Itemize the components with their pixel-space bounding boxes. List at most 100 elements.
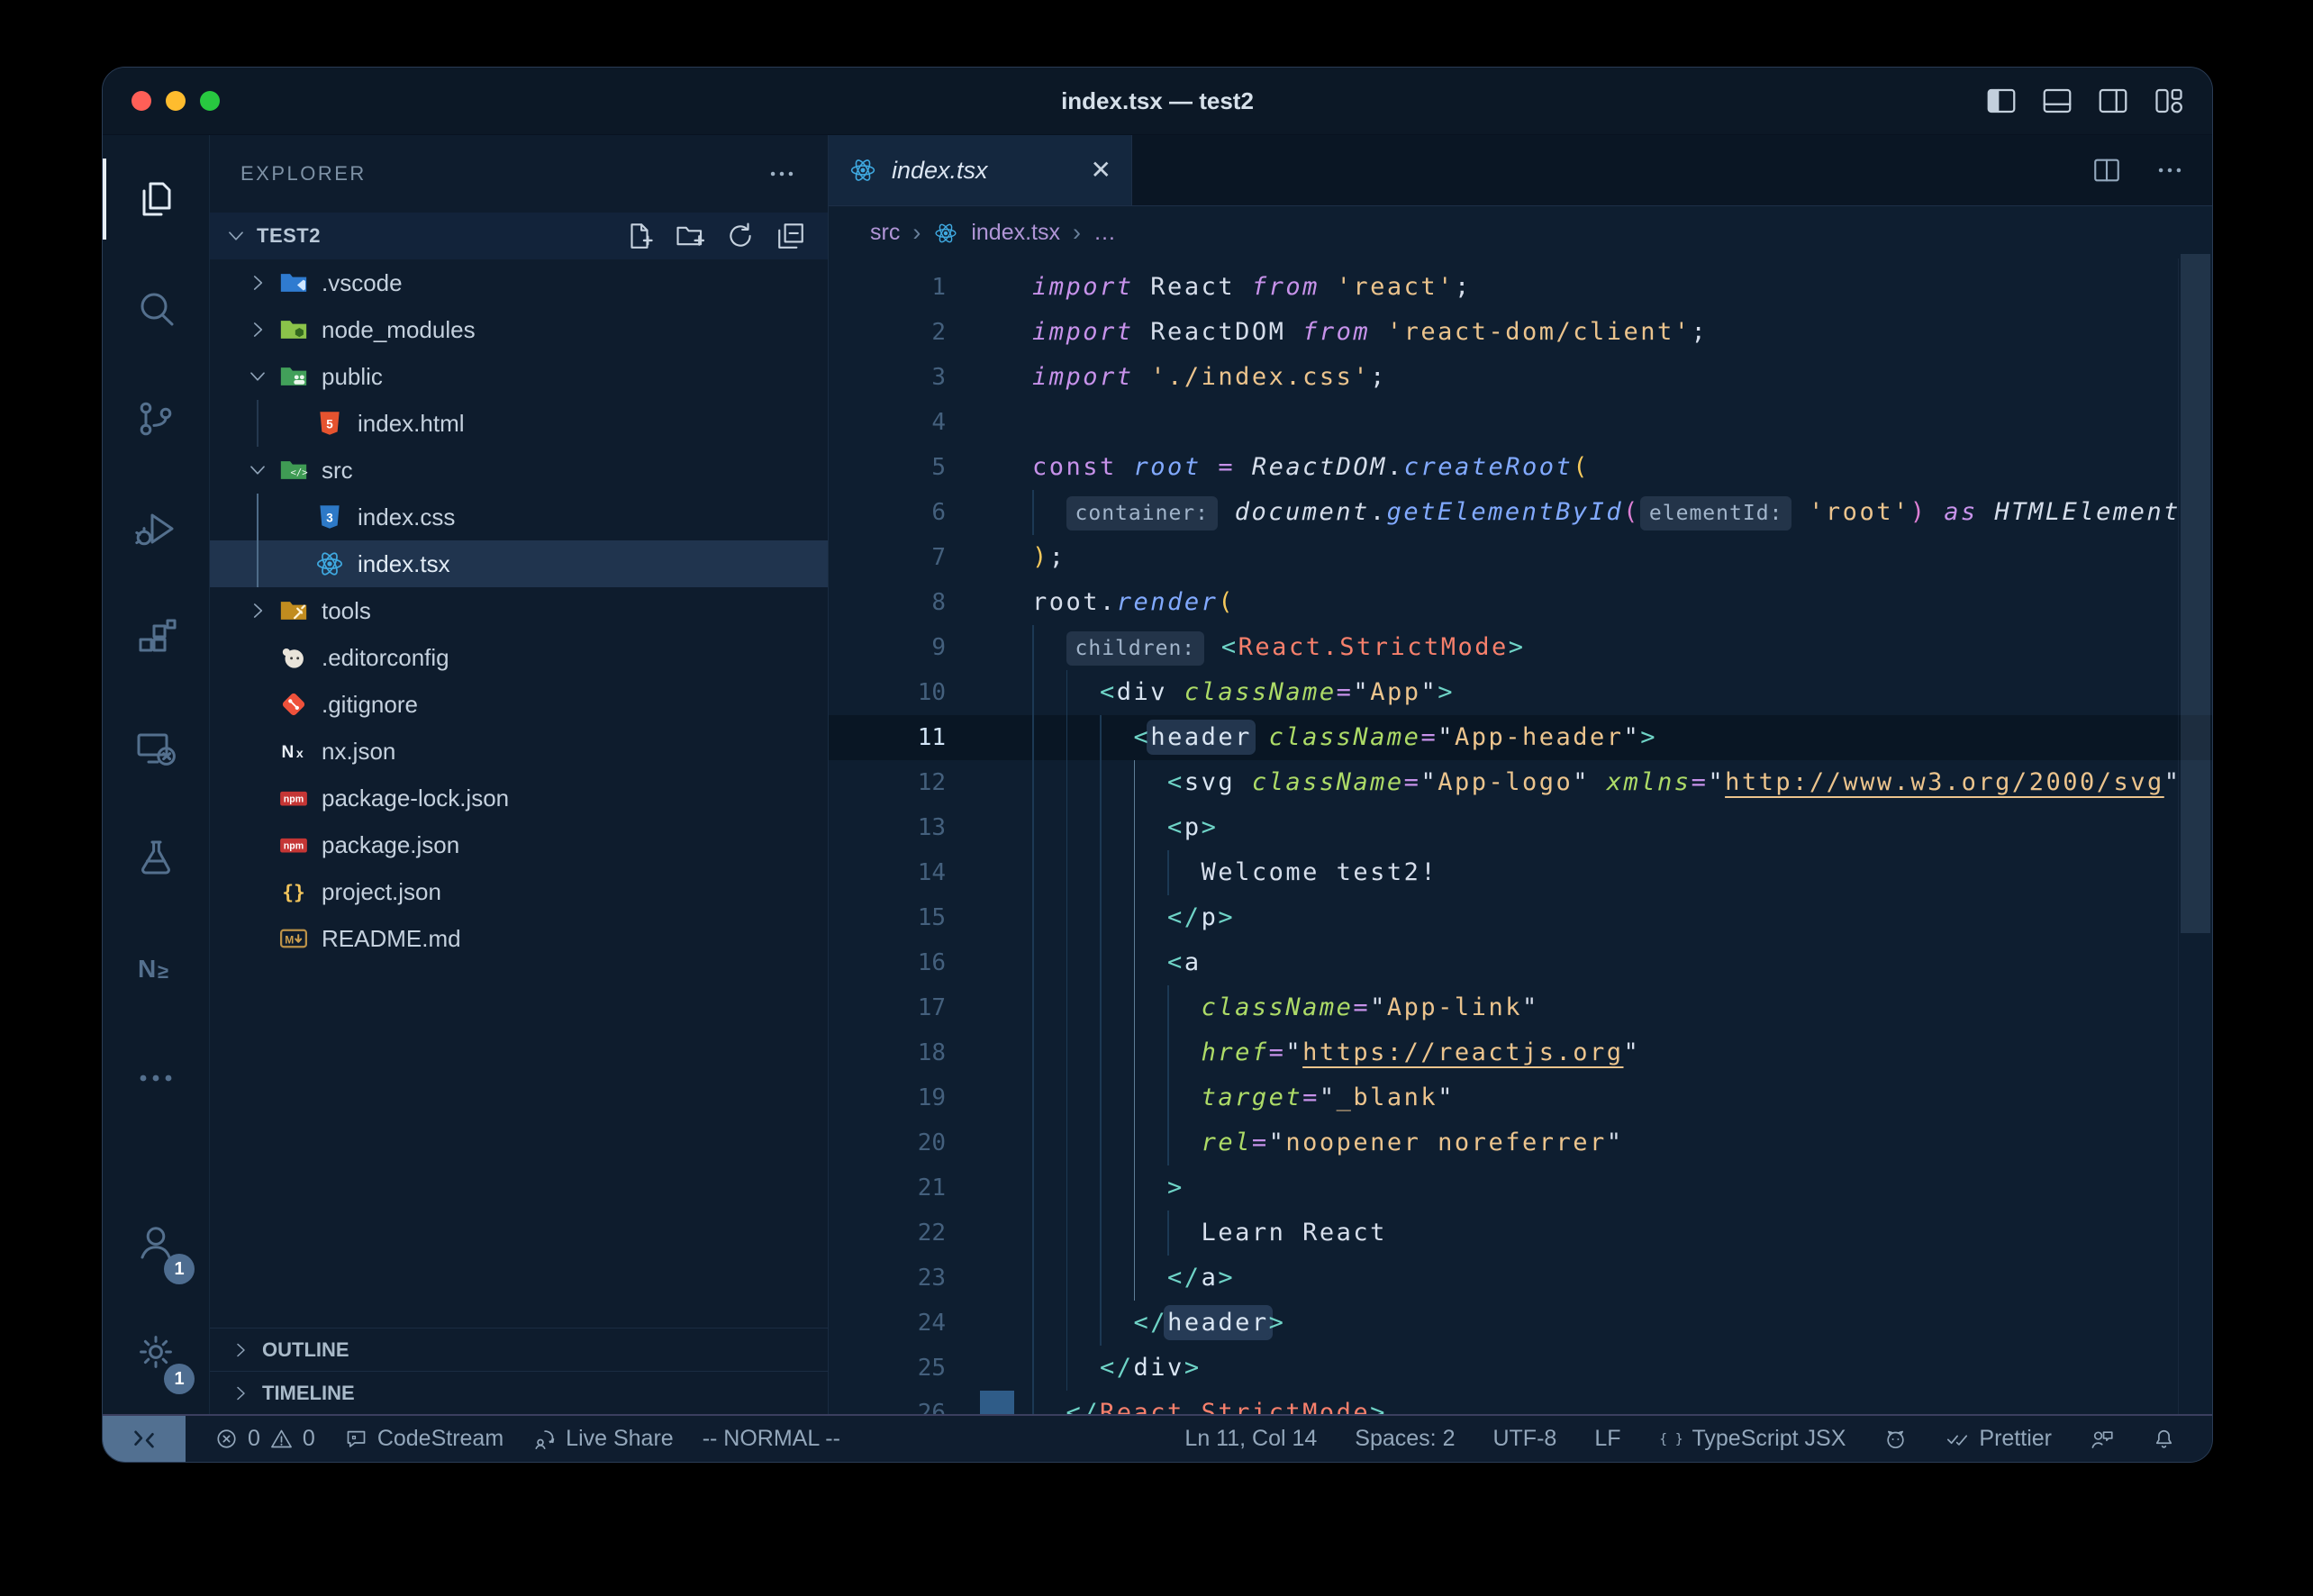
code-line-12[interactable]: 12 <svg className="App-logo" xmlns="http…: [829, 760, 2212, 805]
line-number[interactable]: 8: [829, 580, 946, 625]
tree-item-package-lock-json[interactable]: npmpackage-lock.json: [210, 775, 828, 821]
code-line-13[interactable]: 13 <p>: [829, 805, 2212, 850]
tree-item-nx-json[interactable]: Nxnx.json: [210, 728, 828, 775]
status-item-remote-indicator[interactable]: [103, 1416, 186, 1462]
line-number[interactable]: 16: [829, 940, 946, 985]
status-item-codestream[interactable]: CodeStream: [344, 1426, 503, 1452]
explorer-more-icon[interactable]: [766, 159, 797, 189]
code-line-2[interactable]: 2import ReactDOM from 'react-dom/client'…: [829, 310, 2212, 355]
code-line-22[interactable]: 22 Learn React: [829, 1211, 2212, 1256]
layout-custom-icon[interactable]: [2153, 85, 2185, 117]
line-number[interactable]: 26: [829, 1391, 946, 1414]
breadcrumb-item[interactable]: …: [1093, 220, 1116, 246]
titlebar[interactable]: index.tsx — test2: [103, 68, 2212, 135]
status-item-encoding[interactable]: UTF-8: [1492, 1426, 1556, 1452]
activity-bar-item-accounts[interactable]: 1: [103, 1187, 209, 1297]
line-number[interactable]: 19: [829, 1075, 946, 1120]
code-editor[interactable]: 1import React from 'react';2import React…: [829, 259, 2212, 1414]
code-line-26[interactable]: 26 </React.StrictMode>: [829, 1391, 2212, 1414]
line-number[interactable]: 9: [829, 625, 946, 670]
code-line-6[interactable]: 6 container: document.getElementById(ele…: [829, 490, 2212, 535]
tab-close-icon[interactable]: ✕: [1091, 158, 1111, 183]
tab-index-tsx[interactable]: index.tsx ✕: [829, 135, 1132, 205]
line-number[interactable]: 17: [829, 985, 946, 1030]
line-number[interactable]: 20: [829, 1120, 946, 1165]
line-number[interactable]: 5: [829, 445, 946, 490]
traffic-light-minimize[interactable]: [166, 91, 186, 111]
code-line-3[interactable]: 3import './index.css';: [829, 355, 2212, 400]
activity-bar-item-source-control[interactable]: [103, 364, 209, 474]
line-number[interactable]: 22: [829, 1211, 946, 1256]
status-item-problems[interactable]: 00: [214, 1426, 315, 1452]
line-number[interactable]: 10: [829, 670, 946, 715]
code-line-1[interactable]: 1import React from 'react';: [829, 265, 2212, 310]
status-item-feedback[interactable]: [2090, 1427, 2114, 1451]
activity-bar-item-explorer[interactable]: [103, 144, 209, 254]
code-line-4[interactable]: 4: [829, 400, 2212, 445]
new-file-icon[interactable]: [624, 221, 655, 251]
activity-bar-item-nx-console[interactable]: N≥: [103, 913, 209, 1023]
sidebar-panel-outline[interactable]: OUTLINE: [210, 1328, 828, 1371]
breadcrumb-item[interactable]: src: [870, 220, 900, 246]
status-item-vim-mode[interactable]: -- NORMAL --: [703, 1426, 840, 1452]
code-line-19[interactable]: 19 target="_blank": [829, 1075, 2212, 1120]
tree-item-index-html[interactable]: 5index.html: [210, 400, 828, 447]
status-item-language-mode[interactable]: { }TypeScript JSX: [1659, 1426, 1846, 1452]
line-number[interactable]: 4: [829, 400, 946, 445]
tree-item-project-json[interactable]: {}project.json: [210, 868, 828, 915]
new-folder-icon[interactable]: [675, 221, 705, 251]
code-line-16[interactable]: 16 <a: [829, 940, 2212, 985]
activity-bar-item-remote-explorer[interactable]: [103, 694, 209, 803]
tree-item-node-modules[interactable]: node_modules: [210, 306, 828, 353]
traffic-light-zoom[interactable]: [200, 91, 220, 111]
code-line-20[interactable]: 20 rel="noopener noreferrer": [829, 1120, 2212, 1165]
breadcrumb-item[interactable]: index.tsx: [971, 220, 1060, 246]
activity-bar-item-extensions[interactable]: [103, 584, 209, 694]
status-item-live-share[interactable]: Live Share: [532, 1426, 674, 1452]
code-line-17[interactable]: 17 className="App-link": [829, 985, 2212, 1030]
activity-bar-item-testing[interactable]: [103, 803, 209, 913]
line-number[interactable]: 23: [829, 1256, 946, 1301]
line-number[interactable]: 14: [829, 850, 946, 895]
code-line-10[interactable]: 10 <div className="App">: [829, 670, 2212, 715]
code-line-5[interactable]: 5const root = ReactDOM.createRoot(: [829, 445, 2212, 490]
layout-sidebar-right-icon[interactable]: [2097, 85, 2129, 117]
activity-bar-item-settings[interactable]: 1: [103, 1297, 209, 1407]
line-number[interactable]: 11: [829, 715, 946, 760]
status-item-eol[interactable]: LF: [1594, 1426, 1620, 1452]
tree-item-src[interactable]: </>src: [210, 447, 828, 494]
code-line-18[interactable]: 18 href="https://reactjs.org": [829, 1030, 2212, 1075]
activity-bar-item-run-debug[interactable]: [103, 474, 209, 584]
refresh-icon[interactable]: [725, 221, 756, 251]
code-line-21[interactable]: 21 >: [829, 1165, 2212, 1211]
code-line-15[interactable]: 15 </p>: [829, 895, 2212, 940]
code-line-7[interactable]: 7);: [829, 535, 2212, 580]
scrollbar-thumb[interactable]: [2181, 254, 2210, 933]
status-item-prettier[interactable]: Prettier: [1946, 1426, 2052, 1452]
line-number[interactable]: 18: [829, 1030, 946, 1075]
code-line-9[interactable]: 9 children: <React.StrictMode>: [829, 625, 2212, 670]
code-line-11[interactable]: 11 <header className="App-header">: [829, 715, 2212, 760]
line-number[interactable]: 1: [829, 265, 946, 310]
tree-item--editorconfig[interactable]: .editorconfig: [210, 634, 828, 681]
line-number[interactable]: 3: [829, 355, 946, 400]
status-item-notifications[interactable]: [2152, 1427, 2176, 1451]
code-line-8[interactable]: 8root.render(: [829, 580, 2212, 625]
tree-item-index-css[interactable]: 3index.css: [210, 494, 828, 540]
line-number[interactable]: 2: [829, 310, 946, 355]
line-number[interactable]: 6: [829, 490, 946, 535]
tree-item-index-tsx[interactable]: index.tsx: [210, 540, 828, 587]
code-line-23[interactable]: 23 </a>: [829, 1256, 2212, 1301]
sidebar-panel-timeline[interactable]: TIMELINE: [210, 1371, 828, 1414]
status-item-github[interactable]: [1883, 1427, 1908, 1451]
tree-item-tools[interactable]: tools: [210, 587, 828, 634]
tree-item--vscode[interactable]: .vscode: [210, 259, 828, 306]
tree-item-readme-md[interactable]: MREADME.md: [210, 915, 828, 962]
split-editor-icon[interactable]: [2091, 155, 2122, 186]
collapse-all-icon[interactable]: [776, 221, 806, 251]
line-number[interactable]: 21: [829, 1165, 946, 1211]
layout-sidebar-icon[interactable]: [1985, 85, 2018, 117]
traffic-light-close[interactable]: [132, 91, 151, 111]
line-number[interactable]: 7: [829, 535, 946, 580]
line-number[interactable]: 25: [829, 1346, 946, 1391]
